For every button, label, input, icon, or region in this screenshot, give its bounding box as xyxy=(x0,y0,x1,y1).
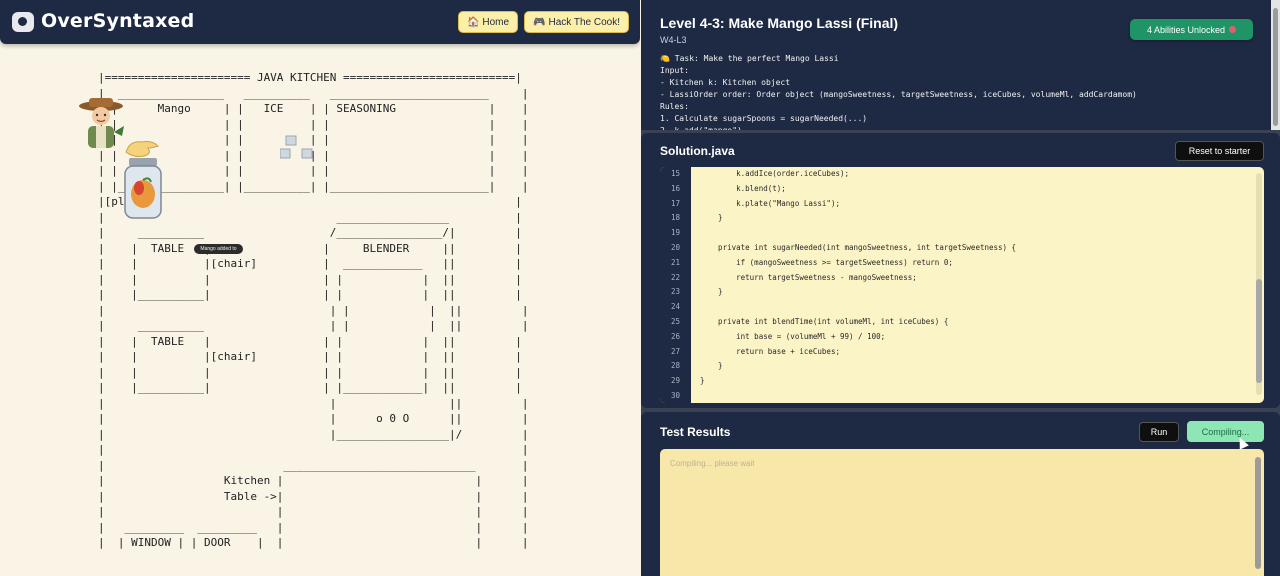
code-line[interactable]: 21 if (mangoSweetness >= targetSweetness… xyxy=(660,256,1264,271)
line-number: 21 xyxy=(670,257,680,267)
reset-to-starter-button[interactable]: Reset to starter xyxy=(1175,141,1264,161)
abilities-label: 4 Abilities Unlocked xyxy=(1146,24,1226,35)
code-text: } xyxy=(700,361,723,371)
task-description: 🍋 Task: Make the perfect Mango Lassi Inp… xyxy=(660,54,1137,130)
code-text: return targetSweetness - mangoSweetness; xyxy=(700,272,917,282)
line-number: 26 xyxy=(670,331,680,341)
home-button-label: Home xyxy=(482,16,510,28)
line-number: 27 xyxy=(670,346,680,356)
ice-cubes-icon xyxy=(280,135,313,159)
line-number: 22 xyxy=(670,272,680,282)
task-scrollbar-thumb[interactable] xyxy=(1273,8,1278,126)
code-text: int base = (volumeMl + 99) / 100; xyxy=(700,331,886,341)
code-line[interactable]: 23 } xyxy=(660,285,1264,300)
line-number: 30 xyxy=(670,391,680,400)
code-line[interactable]: 20 private int sugarNeeded(int mangoSwee… xyxy=(660,241,1264,256)
level-title: Level 4-3: Make Mango Lassi (Final) xyxy=(660,15,899,31)
line-number: 25 xyxy=(670,317,680,326)
line-number: 19 xyxy=(670,228,680,238)
code-line[interactable]: 24 xyxy=(660,300,1264,315)
app-root: OverSyntaxed 🏠 Home 🎮 Hack The Cook! |==… xyxy=(0,0,1280,576)
chef-icon xyxy=(79,98,124,148)
logo-icon xyxy=(12,12,34,32)
challenge-pane: Level 4-3: Make Mango Lassi (Final) W4-L… xyxy=(641,0,1280,576)
run-button[interactable]: Run xyxy=(1139,422,1179,442)
line-number: 23 xyxy=(670,287,680,297)
notification-dot-icon xyxy=(1229,26,1237,33)
output-scrollbar[interactable] xyxy=(1255,457,1261,569)
hack-the-cook-button[interactable]: 🎮 Hack The Cook! xyxy=(524,11,629,33)
code-line[interactable]: 26 int base = (volumeMl + 99) / 100; xyxy=(660,330,1264,345)
code-text: k.addIce(order.iceCubes); xyxy=(700,169,850,178)
code-text: private int blendTime(int volumeMl, int … xyxy=(700,317,949,326)
code-line[interactable]: 25 private int blendTime(int volumeMl, i… xyxy=(660,315,1264,330)
editor-scrollbar-thumb[interactable] xyxy=(1256,279,1262,383)
code-line[interactable]: 28 } xyxy=(660,359,1264,374)
code-line[interactable]: 16 k.blend(t); xyxy=(660,182,1264,197)
code-line[interactable]: 29} xyxy=(660,374,1264,389)
line-number: 17 xyxy=(670,198,680,208)
action-tooltip: Mango added to blender xyxy=(194,244,243,262)
line-number: 24 xyxy=(670,302,680,312)
code-text: if (mangoSweetness >= targetSweetness) r… xyxy=(700,257,953,267)
hack-button-label: Hack The Cook! xyxy=(548,16,620,28)
line-number: 29 xyxy=(670,376,680,386)
abilities-badge[interactable]: 4 Abilities Unlocked xyxy=(1130,19,1253,40)
test-results-panel: Test Results Run Compiling... Compiling.… xyxy=(641,412,1280,576)
mango-jar-icon xyxy=(124,158,162,219)
line-number: 16 xyxy=(670,183,680,193)
task-panel: Level 4-3: Make Mango Lassi (Final) W4-L… xyxy=(641,0,1271,130)
line-number: 28 xyxy=(670,361,680,371)
app-title: OverSyntaxed xyxy=(41,10,195,32)
solution-title: Solution.java xyxy=(660,144,735,158)
code-line[interactable]: 17 k.plate("Mango Lassi"); xyxy=(660,197,1264,212)
code-editor[interactable]: 15 k.addIce(order.iceCubes); 16 k.blend(t… xyxy=(660,167,1264,403)
code-line[interactable]: 15 k.addIce(order.iceCubes); xyxy=(660,167,1264,182)
compiling-button[interactable]: Compiling... xyxy=(1187,421,1264,442)
test-output-area: Compiling... please wait xyxy=(660,449,1264,576)
home-icon: 🏠 xyxy=(466,16,480,28)
test-results-title: Test Results xyxy=(660,425,731,439)
level-code: W4-L3 xyxy=(660,35,687,45)
code-line[interactable]: 30 xyxy=(660,389,1264,403)
home-button[interactable]: 🏠 Home xyxy=(458,11,518,33)
code-text: } xyxy=(700,213,723,223)
line-number: 18 xyxy=(670,213,680,223)
test-output-text: Compiling... please wait xyxy=(670,459,755,468)
code-text: } xyxy=(700,287,723,297)
code-line[interactable]: 27 return base + iceCubes; xyxy=(660,345,1264,360)
code-line[interactable]: 19 xyxy=(660,226,1264,241)
code-text: return base + iceCubes; xyxy=(700,346,840,356)
code-line[interactable]: 18 } xyxy=(660,211,1264,226)
line-number: 15 xyxy=(670,169,680,178)
gamepad-icon: 🎮 xyxy=(533,16,546,28)
code-line[interactable]: 22 return targetSweetness - mangoSweetne… xyxy=(660,271,1264,286)
solution-panel: Solution.java Reset to starter 15 k.addI… xyxy=(641,133,1280,408)
code-text: k.plate("Mango Lassi"); xyxy=(700,198,840,208)
top-navbar: OverSyntaxed 🏠 Home 🎮 Hack The Cook! xyxy=(0,0,640,44)
kitchen-pane: OverSyntaxed 🏠 Home 🎮 Hack The Cook! |==… xyxy=(0,0,640,576)
line-number: 20 xyxy=(670,243,680,252)
code-text: } xyxy=(700,376,705,386)
code-text: k.blend(t); xyxy=(700,183,786,193)
code-text: private int sugarNeeded(int mangoSweetne… xyxy=(700,243,1017,252)
